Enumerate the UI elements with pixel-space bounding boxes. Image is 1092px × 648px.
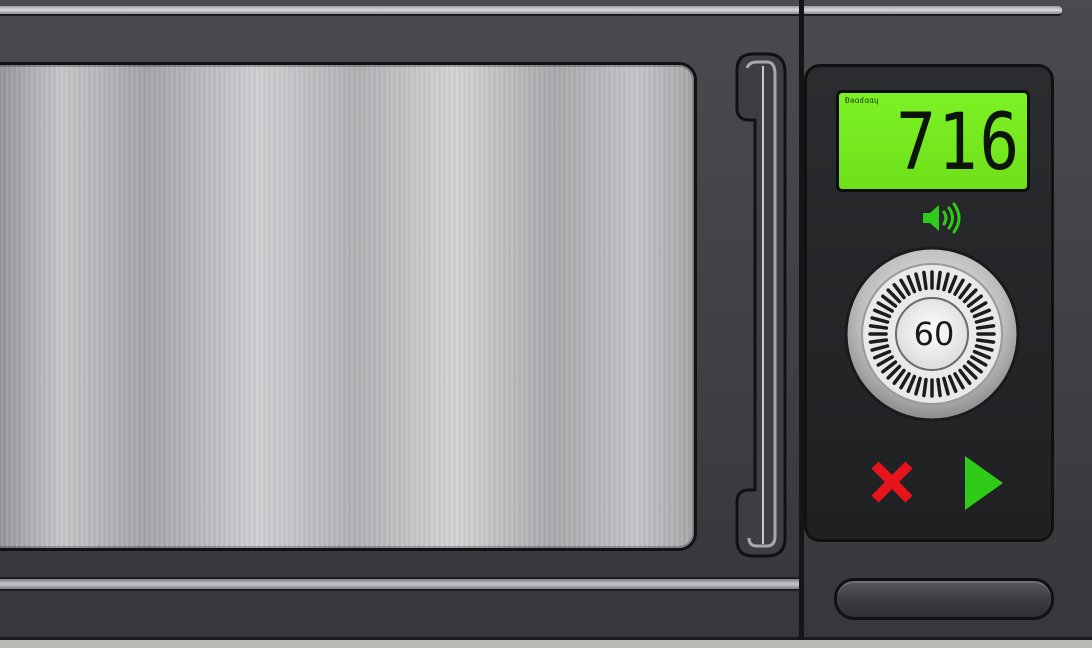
door-handle[interactable] [727,50,789,560]
play-triangle-icon [965,456,1003,510]
microwave-body: Ɖəɑɗɑɑɥ 716 60 [0,0,1092,640]
timer-dial[interactable]: 60 [843,245,1021,423]
lcd-display: Ɖəɑɗɑɑɥ 716 [836,90,1030,192]
top-trim [0,6,1062,16]
sound-button[interactable] [915,198,967,238]
display-label: Ɖəɑɗɑɑɥ [845,96,879,105]
door-window [0,62,697,551]
cancel-button[interactable] [862,452,922,512]
dial-value: 60 [913,315,955,353]
display-time: 716 [896,98,1021,188]
bottom-trim [0,577,800,591]
x-cancel-icon [871,461,913,503]
start-button[interactable] [952,450,1012,514]
door-release-button[interactable] [834,578,1054,620]
speaker-volume-icon [923,202,961,234]
countertop [0,640,1092,648]
